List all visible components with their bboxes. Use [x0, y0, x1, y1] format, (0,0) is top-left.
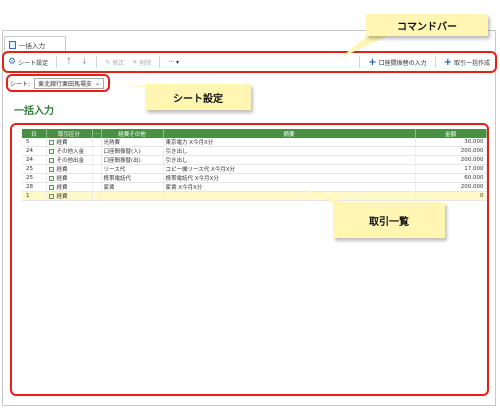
tab-label: 一括入力	[19, 41, 45, 50]
callout-sheet-settings: シート設定	[145, 84, 251, 110]
document-icon	[9, 40, 16, 49]
callout-command-bar: コマンドバー	[366, 14, 488, 36]
command-bar-highlight	[2, 51, 497, 73]
transaction-list-highlight	[10, 123, 489, 396]
callout-transaction-list: 取引一覧	[333, 202, 445, 238]
page-title: 一括入力	[14, 106, 54, 117]
sheet-selector-highlight	[6, 74, 110, 92]
tab-bulk-input[interactable]: 一括入力	[4, 36, 66, 52]
